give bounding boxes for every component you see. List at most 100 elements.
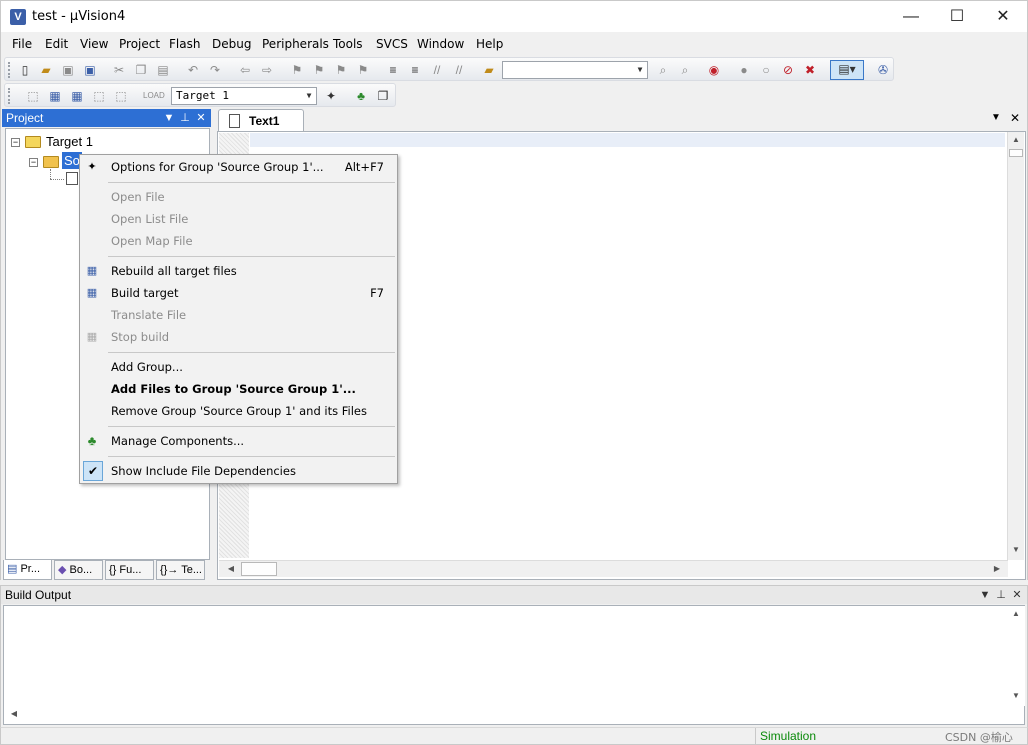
- menu-item-add-group[interactable]: Add Group...: [81, 356, 396, 378]
- menu-item-stop-build[interactable]: ▦ Stop build: [81, 326, 396, 348]
- indent-icon[interactable]: ≡: [385, 62, 401, 78]
- copy-icon[interactable]: ❐: [133, 62, 149, 78]
- scroll-down-icon[interactable]: ▼: [1008, 688, 1024, 704]
- menu-item-open-map-file[interactable]: Open Map File: [81, 230, 396, 252]
- panel-menu-icon[interactable]: ▼: [978, 586, 992, 605]
- tab-books[interactable]: ◆ Bo...: [54, 560, 103, 580]
- menu-help[interactable]: Help: [476, 37, 503, 51]
- redo-icon[interactable]: ↷: [207, 62, 223, 78]
- new-file-icon[interactable]: ▯: [17, 62, 33, 78]
- menu-debug[interactable]: Debug: [212, 37, 251, 51]
- pin-icon[interactable]: ⊥: [994, 586, 1008, 605]
- menu-item-build-target[interactable]: ▦ Build target F7: [81, 282, 396, 304]
- menu-item-open-file[interactable]: Open File: [81, 186, 396, 208]
- menu-item-options-for-group[interactable]: ✦ Options for Group 'Source Group 1'... …: [81, 156, 396, 178]
- menu-peripherals[interactable]: Peripherals: [262, 37, 329, 51]
- target-options-icon[interactable]: ✦: [323, 88, 339, 104]
- menu-window[interactable]: Window: [417, 37, 464, 51]
- manage-components-icon[interactable]: ♣: [353, 88, 369, 104]
- menu-item-add-files[interactable]: Add Files to Group 'Source Group 1'...: [81, 378, 396, 400]
- bookmark-icon[interactable]: ⚑: [289, 62, 305, 78]
- nav-back-icon[interactable]: ⇦: [237, 62, 253, 78]
- open-file-icon[interactable]: ▰: [38, 62, 54, 78]
- close-button[interactable]: ✕: [980, 1, 1026, 33]
- comment-icon[interactable]: //: [429, 62, 445, 78]
- paste-icon[interactable]: ▤: [155, 62, 171, 78]
- menu-flash[interactable]: Flash: [169, 37, 200, 51]
- build-icon[interactable]: ▦: [47, 88, 63, 104]
- menu-item-open-list-file[interactable]: Open List File: [81, 208, 396, 230]
- tab-list-icon[interactable]: ▼: [991, 112, 1001, 123]
- prev-bookmark-icon[interactable]: ⚑: [311, 62, 327, 78]
- menu-project[interactable]: Project: [119, 37, 160, 51]
- scroll-right-icon[interactable]: ▶: [989, 561, 1005, 577]
- incremental-find-icon[interactable]: ⌕: [677, 62, 693, 78]
- find-in-files-icon[interactable]: ▰: [481, 62, 497, 78]
- menu-item-translate-file[interactable]: Translate File: [81, 304, 396, 326]
- scroll-left-icon[interactable]: ◀: [223, 561, 239, 577]
- build-output-text[interactable]: ▲ ▼ ◀: [3, 605, 1025, 725]
- menu-item-show-include-deps[interactable]: ✔ Show Include File Dependencies: [81, 460, 396, 482]
- toolbar-grip[interactable]: [8, 62, 11, 78]
- scroll-thumb[interactable]: [1009, 149, 1023, 157]
- tree-item-target[interactable]: Target 1: [46, 134, 93, 149]
- chevron-down-icon[interactable]: ▼: [302, 88, 316, 104]
- scroll-down-icon[interactable]: ▼: [1008, 542, 1024, 558]
- close-panel-icon[interactable]: ✕: [1010, 586, 1024, 605]
- uncomment-icon[interactable]: //: [451, 62, 467, 78]
- scroll-up-icon[interactable]: ▲: [1008, 606, 1024, 622]
- batch-build-icon[interactable]: ⬚: [91, 88, 107, 104]
- find-combo[interactable]: ▼: [502, 61, 648, 79]
- menu-file[interactable]: File: [12, 37, 32, 51]
- disable-all-breakpoints-icon[interactable]: ⊘: [780, 62, 796, 78]
- build-vertical-scrollbar[interactable]: ▲ ▼: [1008, 606, 1025, 706]
- tab-templates[interactable]: {}→ Te...: [156, 560, 205, 580]
- window-layout-icon[interactable]: ▤▾: [830, 60, 864, 80]
- editor-horizontal-scrollbar[interactable]: ◀ ▶: [219, 560, 1008, 577]
- cut-icon[interactable]: ✂: [111, 62, 127, 78]
- scroll-left-icon[interactable]: ◀: [6, 706, 22, 722]
- chevron-down-icon[interactable]: ▼: [633, 62, 647, 78]
- minimize-button[interactable]: —: [888, 1, 934, 33]
- collapse-group-icon[interactable]: −: [29, 158, 38, 167]
- tab-text1[interactable]: Text1: [218, 109, 304, 131]
- build-horizontal-scrollbar[interactable]: ◀: [4, 706, 1024, 723]
- menu-item-remove-group[interactable]: Remove Group 'Source Group 1' and its Fi…: [81, 400, 396, 422]
- save-all-icon[interactable]: ▣: [82, 62, 98, 78]
- download-icon[interactable]: LOAD: [143, 88, 165, 104]
- collapse-target-icon[interactable]: −: [11, 138, 20, 147]
- close-doc-icon[interactable]: ✕: [1010, 111, 1020, 125]
- menu-item-manage-components[interactable]: ♣ Manage Components...: [81, 430, 396, 452]
- next-bookmark-icon[interactable]: ⚑: [333, 62, 349, 78]
- source-file-icon[interactable]: [66, 172, 78, 185]
- scroll-up-icon[interactable]: ▲: [1008, 132, 1024, 148]
- menu-tools[interactable]: Tools: [333, 37, 363, 51]
- tab-project[interactable]: ▤ Pr...: [3, 560, 52, 580]
- tab-functions[interactable]: {} Fu...: [105, 560, 154, 580]
- select-packs-icon[interactable]: ❐: [375, 88, 391, 104]
- stop-build-icon[interactable]: ⬚: [113, 88, 129, 104]
- kill-all-breakpoints-icon[interactable]: ✖: [802, 62, 818, 78]
- maximize-button[interactable]: ☐: [934, 1, 980, 33]
- configure-icon[interactable]: ✇: [875, 62, 891, 78]
- find-icon[interactable]: ⌕: [655, 62, 671, 78]
- unindent-icon[interactable]: ≡: [407, 62, 423, 78]
- breakpoint-icon[interactable]: ●: [736, 62, 752, 78]
- toolbar-grip[interactable]: [8, 88, 11, 104]
- close-panel-icon[interactable]: ✕: [194, 109, 208, 127]
- menu-svcs[interactable]: SVCS: [376, 37, 408, 51]
- save-icon[interactable]: ▣: [60, 62, 76, 78]
- debug-session-icon[interactable]: ◉: [706, 62, 722, 78]
- translate-icon[interactable]: ⬚: [25, 88, 41, 104]
- clear-bookmarks-icon[interactable]: ⚑: [355, 62, 371, 78]
- menu-edit[interactable]: Edit: [45, 37, 68, 51]
- menu-view[interactable]: View: [80, 37, 108, 51]
- editor-vertical-scrollbar[interactable]: ▲ ▼: [1007, 132, 1024, 560]
- nav-forward-icon[interactable]: ⇨: [259, 62, 275, 78]
- disable-breakpoint-icon[interactable]: ○: [758, 62, 774, 78]
- pin-icon[interactable]: ⊥: [178, 109, 192, 127]
- scroll-thumb[interactable]: [241, 562, 277, 576]
- panel-menu-icon[interactable]: ▼: [162, 109, 176, 127]
- rebuild-icon[interactable]: ▦: [69, 88, 85, 104]
- menu-item-rebuild-all[interactable]: ▦ Rebuild all target files: [81, 260, 396, 282]
